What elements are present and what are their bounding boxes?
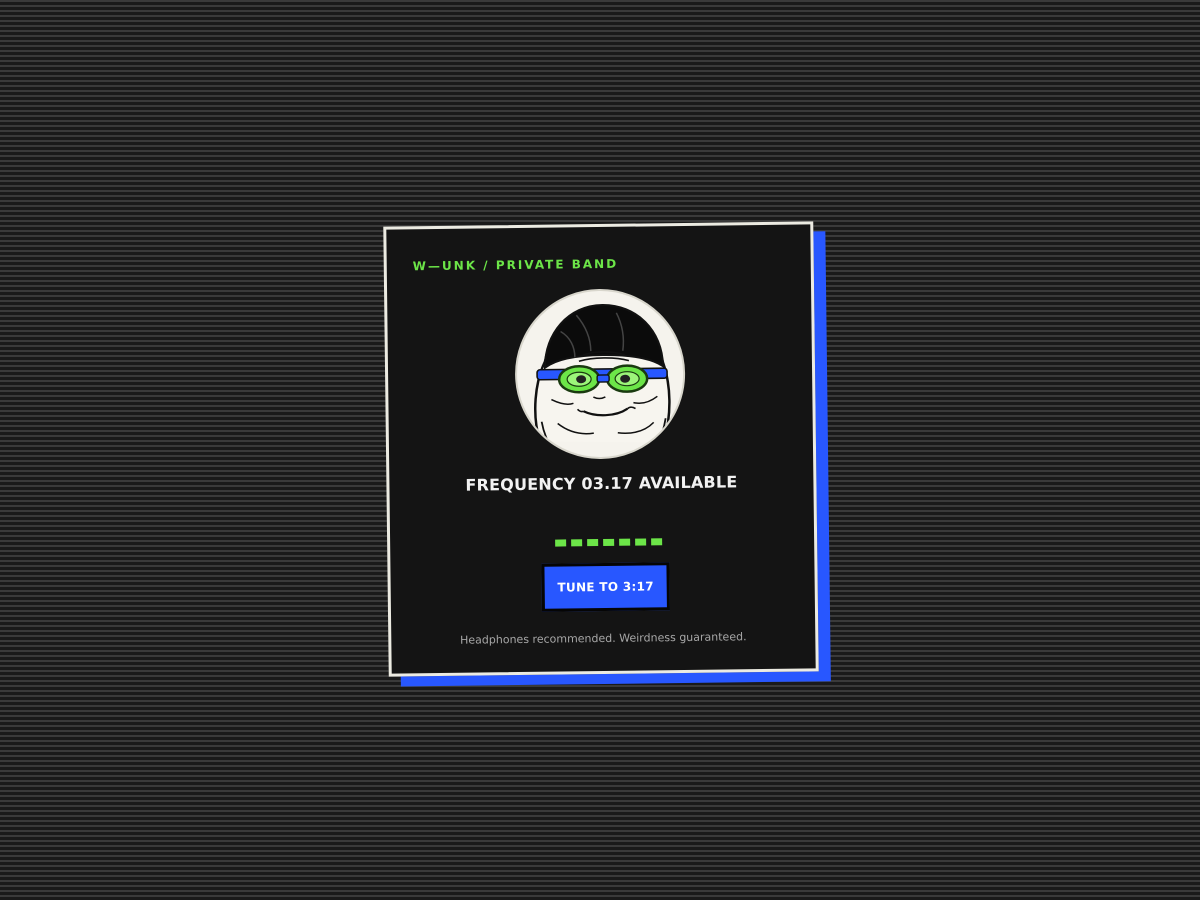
popup-card: W—UNK / PRIVATE BAND FREQUENCY 03.17 AVA… — [383, 221, 819, 677]
signal-segment — [555, 539, 567, 547]
signal-dots-icon — [555, 538, 663, 547]
popup-card-wrapper: W—UNK / PRIVATE BAND FREQUENCY 03.17 AVA… — [383, 221, 831, 687]
signal-segment — [635, 538, 647, 546]
signal-segment — [571, 539, 583, 547]
avatar — [514, 287, 687, 461]
footnote-text: Headphones recommended. Weirdness guaran… — [460, 630, 747, 647]
signal-segment — [603, 538, 615, 546]
frequency-headline: FREQUENCY 03.17 AVAILABLE — [465, 472, 738, 495]
signal-segment — [587, 539, 599, 547]
signal-segment — [651, 538, 663, 546]
tune-button[interactable]: TUNE TO 3:17 — [541, 562, 670, 612]
frog-swimmer-goggles-icon — [534, 303, 671, 451]
signal-segment — [619, 538, 631, 546]
brand-label: W—UNK / PRIVATE BAND — [412, 256, 619, 274]
